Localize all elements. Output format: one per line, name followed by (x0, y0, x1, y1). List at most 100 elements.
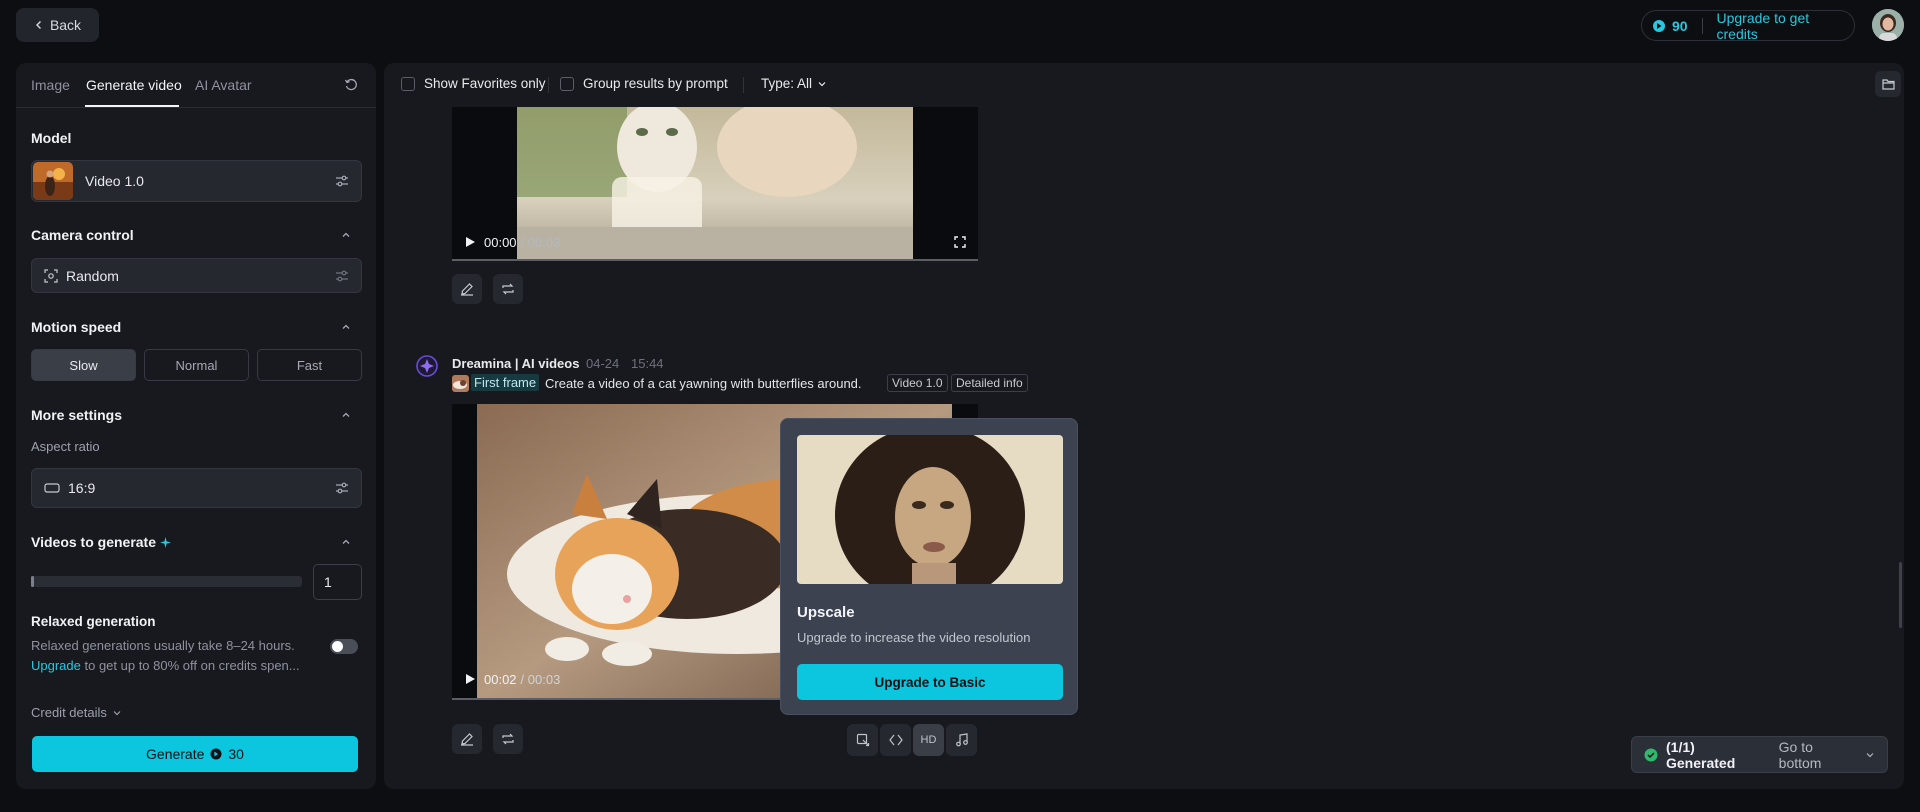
upscale-description: Upgrade to increase the video resolution (797, 630, 1031, 645)
filter-divider (743, 77, 744, 93)
camera-control-select[interactable]: Random (31, 258, 362, 293)
tab-image[interactable]: Image (31, 77, 70, 93)
type-filter-dropdown[interactable]: Type: All (761, 76, 827, 91)
generate-button[interactable]: Generate 30 (32, 736, 358, 772)
relaxed-generation-toggle[interactable] (330, 639, 358, 654)
aspect-ratio-label: Aspect ratio (31, 439, 100, 454)
mode-tabs: Image Generate video AI Avatar (16, 63, 376, 108)
pencil-icon (460, 282, 474, 296)
first-frame-thumbnail (452, 375, 469, 392)
tab-ai-avatar[interactable]: AI Avatar (195, 77, 252, 93)
motion-normal-button[interactable]: Normal (144, 349, 249, 381)
model-tag[interactable]: Video 1.0 (887, 374, 948, 392)
regenerate-button[interactable] (493, 274, 523, 304)
detailed-info-tag[interactable]: Detailed info (951, 374, 1028, 392)
first-frame-chip[interactable]: First frame (471, 374, 540, 391)
model-value: Video 1.0 (85, 173, 144, 189)
slider-handle[interactable] (31, 576, 34, 587)
tab-generate-video[interactable]: Generate video (86, 77, 182, 93)
motion-slow-button[interactable]: Slow (31, 349, 136, 381)
settings-panel: Image Generate video AI Avatar Model Vid… (16, 63, 376, 789)
repeat-icon (501, 282, 515, 296)
music-note-icon (955, 733, 969, 747)
fullscreen-icon[interactable] (954, 236, 966, 248)
relaxed-generation-upgrade-line: Upgrade to get up to 80% off on credits … (31, 658, 300, 673)
video-actions-toolbar: HD (847, 724, 978, 756)
folder-button[interactable] (1875, 71, 1901, 97)
upscale-title: Upscale (797, 604, 855, 621)
folder-icon (1881, 78, 1895, 90)
frame-select-icon (856, 733, 870, 747)
credit-coin-icon (210, 748, 222, 760)
user-avatar[interactable] (1872, 9, 1904, 41)
settings-sliders-icon[interactable] (335, 174, 349, 188)
credits-bar[interactable]: 90 Upgrade to get credits (1641, 10, 1855, 42)
filter-divider (548, 77, 549, 93)
chevron-up-icon[interactable] (340, 409, 352, 421)
video-controls-1: 00:00 / 00:03 (452, 223, 978, 261)
model-thumbnail (33, 162, 73, 200)
upscale-popover: Upscale Upgrade to increase the video re… (780, 418, 1078, 715)
model-select[interactable]: Video 1.0 (31, 160, 362, 202)
regenerate-button[interactable] (493, 724, 523, 754)
chevron-left-icon (34, 20, 44, 30)
generate-label: Generate (146, 746, 205, 762)
diamond-arrows-icon (888, 733, 903, 747)
edit-button[interactable] (452, 274, 482, 304)
relaxed-generation-desc: Relaxed generations usually take 8–24 ho… (31, 638, 295, 653)
interpolate-button[interactable] (880, 724, 911, 756)
upscale-preview-image (797, 435, 1063, 584)
chevron-down-icon (112, 708, 122, 718)
edit-button[interactable] (452, 724, 482, 754)
frame-interpolation-button[interactable] (847, 724, 878, 756)
favorites-checkbox[interactable] (401, 77, 415, 91)
generate-cost: 30 (228, 746, 244, 762)
chevron-up-icon[interactable] (340, 229, 352, 241)
chevron-down-icon (817, 79, 827, 89)
settings-sliders-icon[interactable] (335, 481, 349, 495)
hd-upscale-button[interactable]: HD (913, 724, 944, 756)
chevron-down-icon (1865, 750, 1875, 760)
sparkle-icon (160, 536, 172, 548)
video-progress-1[interactable] (452, 259, 978, 261)
group-checkbox[interactable] (560, 77, 574, 91)
relaxed-upgrade-link[interactable]: Upgrade (31, 658, 81, 673)
add-sound-button[interactable] (946, 724, 977, 756)
reset-icon[interactable] (344, 78, 358, 92)
results-scrollbar[interactable] (1899, 562, 1902, 628)
video-total-time: / 00:03 (520, 671, 561, 687)
credit-details-toggle[interactable]: Credit details (31, 705, 122, 720)
go-to-bottom-link[interactable]: Go to bottom (1779, 739, 1857, 771)
chevron-up-icon[interactable] (340, 321, 352, 333)
model-title: Model (31, 130, 72, 146)
chevron-up-icon[interactable] (340, 536, 352, 548)
videos-count-input[interactable]: 1 (313, 564, 362, 600)
results-area: Show Favorites only Group results by pro… (384, 63, 1904, 789)
settings-sliders-icon[interactable] (335, 269, 349, 283)
type-filter-label: Type: All (761, 76, 813, 91)
credit-coin-icon (1652, 19, 1666, 33)
credits-divider (1701, 17, 1703, 34)
play-icon[interactable] (464, 236, 476, 248)
aspect-ratio-select[interactable]: 16:9 (31, 468, 362, 508)
pencil-icon (460, 732, 474, 746)
upgrade-credits-link[interactable]: Upgrade to get credits (1717, 10, 1845, 42)
active-tab-indicator (85, 105, 179, 107)
videos-count-slider[interactable] (31, 576, 302, 587)
generation-status-pill[interactable]: (1/1) Generated Go to bottom (1631, 736, 1888, 773)
video-current-time: 00:00 (484, 234, 517, 250)
play-icon[interactable] (464, 673, 476, 685)
videos-to-generate-label: Videos to generate (31, 534, 157, 550)
motion-speed-title: Motion speed (31, 319, 122, 335)
back-button[interactable]: Back (16, 8, 99, 42)
videos-to-generate-title: Videos to generate (31, 534, 172, 550)
video-total-time: / 00:03 (520, 234, 561, 250)
post-author: Dreamina | AI videos (452, 356, 580, 371)
more-settings-title: More settings (31, 407, 123, 423)
credits-count: 90 (1672, 17, 1688, 34)
motion-fast-button[interactable]: Fast (257, 349, 362, 381)
upgrade-to-basic-button[interactable]: Upgrade to Basic (797, 664, 1063, 700)
video-current-time: 00:02 (484, 671, 517, 687)
aspect-ratio-icon (44, 483, 60, 493)
video-player-1[interactable]: 00:00 / 00:03 (452, 107, 978, 261)
